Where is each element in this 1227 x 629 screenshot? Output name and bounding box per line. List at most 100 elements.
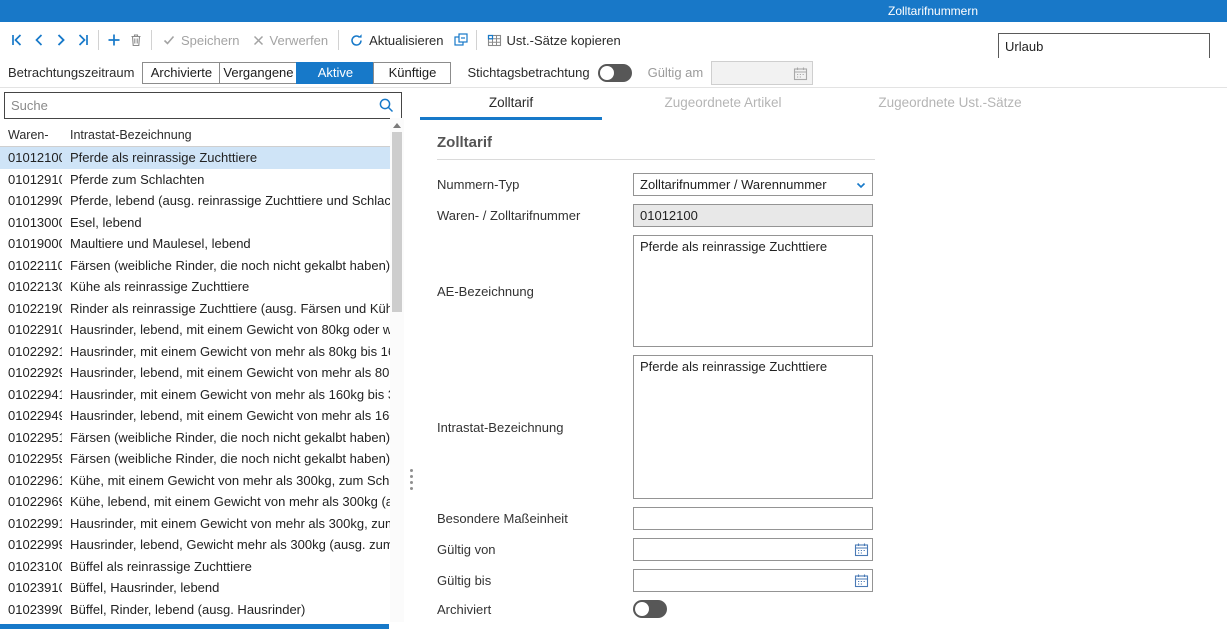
delete-record-button[interactable] <box>125 28 147 52</box>
intrastat-bezeichnung-textarea[interactable]: Pferde als reinrassige Zuchttiere <box>633 355 873 499</box>
cell-waren-nr: 01023100 <box>0 556 62 578</box>
next-record-icon <box>54 33 68 47</box>
cell-intrastat-bezeichnung: Büffel, Rinder, lebend (ausg. Hausrinder… <box>62 599 390 621</box>
left-panel: Waren-Nr. Intrastat-Bezeichnung 01012100… <box>0 88 412 629</box>
ae-bezeichnung-label: AE-Bezeichnung <box>437 284 633 299</box>
table-body: 01012100Pferde als reinrassige Zuchttier… <box>0 147 390 620</box>
table-row[interactable]: 01022991Hausrinder, mit einem Gewicht vo… <box>0 513 390 535</box>
gueltig-bis-input[interactable] <box>633 569 873 592</box>
stichtagsbetrachtung-toggle[interactable] <box>598 64 632 82</box>
previous-record-button[interactable] <box>28 28 50 52</box>
table-row[interactable]: 01022130Kühe als reinrassige Zuchttiere <box>0 276 390 298</box>
cell-intrastat-bezeichnung: Kühe als reinrassige Zuchttiere <box>62 276 390 298</box>
table-row[interactable]: 01022969Kühe, lebend, mit einem Gewicht … <box>0 491 390 513</box>
splitter-dot <box>410 475 413 478</box>
segment-vergangene[interactable]: Vergangene <box>219 62 297 84</box>
table-row[interactable]: 01022190Rinder als reinrassige Zuchttier… <box>0 298 390 320</box>
copy-ust-saetze-button[interactable]: Ust.-Sätze kopieren <box>481 28 627 52</box>
nummern-typ-value: Zolltarifnummer / Warennummer <box>640 177 827 192</box>
next-record-button[interactable] <box>50 28 72 52</box>
form-row: Nummern-Typ Zolltarifnummer / Warennumme… <box>437 173 1227 196</box>
copy-record-button[interactable] <box>450 28 472 52</box>
table-row[interactable]: 01022999Hausrinder, lebend, Gewicht mehr… <box>0 534 390 556</box>
cell-intrastat-bezeichnung: Esel, lebend <box>62 212 390 234</box>
table-row[interactable]: 01019000Maultiere und Maulesel, lebend <box>0 233 390 255</box>
last-record-button[interactable] <box>72 28 94 52</box>
cell-waren-nr: 01022941 <box>0 384 62 406</box>
cell-intrastat-bezeichnung: Maultiere und Maulesel, lebend <box>62 233 390 255</box>
toggle-knob <box>635 602 649 616</box>
refresh-button[interactable]: Aktualisieren <box>343 28 449 52</box>
previous-record-icon <box>32 33 46 47</box>
table-row[interactable]: 01022951Färsen (weibliche Rinder, die no… <box>0 427 390 449</box>
scrollbar-thumb[interactable] <box>392 132 402 312</box>
table-row[interactable]: 01023100Büffel als reinrassige Zuchttier… <box>0 556 390 578</box>
table-row[interactable]: 01012990Pferde, lebend (ausg. reinrassig… <box>0 190 390 212</box>
table-row[interactable]: 01013000Esel, lebend <box>0 212 390 234</box>
form-row: Gültig bis <box>437 569 1227 592</box>
tab-zolltarif[interactable]: Zolltarif <box>420 88 602 120</box>
cell-waren-nr: 01023990 <box>0 599 62 621</box>
toolbar-separator <box>98 30 99 50</box>
table-row[interactable]: 01022959Färsen (weibliche Rinder, die no… <box>0 448 390 470</box>
table-row[interactable]: 01022941Hausrinder, mit einem Gewicht vo… <box>0 384 390 406</box>
splitter-dot <box>410 487 413 490</box>
calendar-icon[interactable] <box>854 542 869 557</box>
first-record-button[interactable] <box>6 28 28 52</box>
table-row[interactable]: 01022949Hausrinder, lebend, mit einem Ge… <box>0 405 390 427</box>
cell-waren-nr: 01012100 <box>0 147 62 169</box>
table-row[interactable]: 01023990Büffel, Rinder, lebend (ausg. Ha… <box>0 599 390 621</box>
table-row[interactable]: 01022110Färsen (weibliche Rinder, die no… <box>0 255 390 277</box>
cell-intrastat-bezeichnung: Hausrinder, lebend, Gewicht mehr als 300… <box>62 534 390 556</box>
warennummer-input[interactable] <box>633 204 873 227</box>
table-row[interactable]: 01022921Hausrinder, mit einem Gewicht vo… <box>0 341 390 363</box>
copy-window-icon <box>453 32 469 48</box>
scroll-up-icon[interactable] <box>393 123 401 128</box>
horizontal-scrollbar[interactable] <box>0 624 389 629</box>
cell-intrastat-bezeichnung: Büffel, Hausrinder, lebend <box>62 577 390 599</box>
gueltig-von-input[interactable] <box>633 538 873 561</box>
table-row[interactable]: 01023910Büffel, Hausrinder, lebend <box>0 577 390 599</box>
table-row[interactable]: 01022910Hausrinder, lebend, mit einem Ge… <box>0 319 390 341</box>
segment-aktive[interactable]: Aktive <box>296 62 374 84</box>
tab-zugeordnete-artikel[interactable]: Zugeordnete Artikel <box>602 88 844 120</box>
table-grid-icon <box>487 33 502 48</box>
segment-künftige[interactable]: Künftige <box>373 62 451 84</box>
table-header: Waren-Nr. Intrastat-Bezeichnung <box>0 125 390 147</box>
table-row[interactable]: 01022929Hausrinder, lebend, mit einem Ge… <box>0 362 390 384</box>
save-button[interactable]: Speichern <box>156 28 246 52</box>
besondere-masseinheit-input[interactable] <box>633 507 873 530</box>
calendar-icon[interactable] <box>854 573 869 588</box>
form-row: Intrastat-Bezeichnung Pferde als reinras… <box>437 355 1227 499</box>
nummern-typ-select[interactable]: Zolltarifnummer / Warennummer <box>633 173 873 196</box>
cell-intrastat-bezeichnung: Pferde als reinrassige Zuchttiere <box>62 147 390 169</box>
vertical-scrollbar[interactable] <box>390 118 404 622</box>
column-header-intrastat-bezeichnung[interactable]: Intrastat-Bezeichnung <box>62 125 390 146</box>
segment-archivierte[interactable]: Archivierte <box>142 62 220 84</box>
tab-zugeordnete-ust-sätze[interactable]: Zugeordnete Ust.-Sätze <box>844 88 1056 120</box>
cell-waren-nr: 01012910 <box>0 169 62 191</box>
tariff-table: Waren-Nr. Intrastat-Bezeichnung 01012100… <box>0 125 390 622</box>
form-row: Gültig von <box>437 538 1227 561</box>
splitter-dot <box>410 481 413 484</box>
cell-waren-nr: 01022949 <box>0 405 62 427</box>
table-row[interactable]: 01022961Kühe, mit einem Gewicht von mehr… <box>0 470 390 492</box>
add-record-button[interactable] <box>103 28 125 52</box>
ae-bezeichnung-textarea[interactable]: Pferde als reinrassige Zuchttiere <box>633 235 873 347</box>
gueltig-bis-datewrap <box>633 569 873 592</box>
betrachtungszeitraum-label: Betrachtungszeitraum <box>8 65 134 80</box>
table-row[interactable]: 01012910Pferde zum Schlachten <box>0 169 390 191</box>
quick-value-input[interactable] <box>998 33 1210 59</box>
panel-splitter[interactable] <box>407 469 415 490</box>
archiviert-toggle[interactable] <box>633 600 667 618</box>
search-icon[interactable] <box>378 97 395 114</box>
chevron-down-icon <box>855 179 867 191</box>
search-input[interactable] <box>5 98 378 113</box>
cell-intrastat-bezeichnung: Kühe, mit einem Gewicht von mehr als 300… <box>62 470 390 492</box>
cell-waren-nr: 01022921 <box>0 341 62 363</box>
form-row: AE-Bezeichnung Pferde als reinrassige Zu… <box>437 235 1227 347</box>
discard-button[interactable]: Verwerfen <box>246 28 335 52</box>
column-header-waren-nr[interactable]: Waren-Nr. <box>0 125 62 146</box>
table-row[interactable]: 01012100Pferde als reinrassige Zuchttier… <box>0 147 390 169</box>
toolbar-separator <box>151 30 152 50</box>
